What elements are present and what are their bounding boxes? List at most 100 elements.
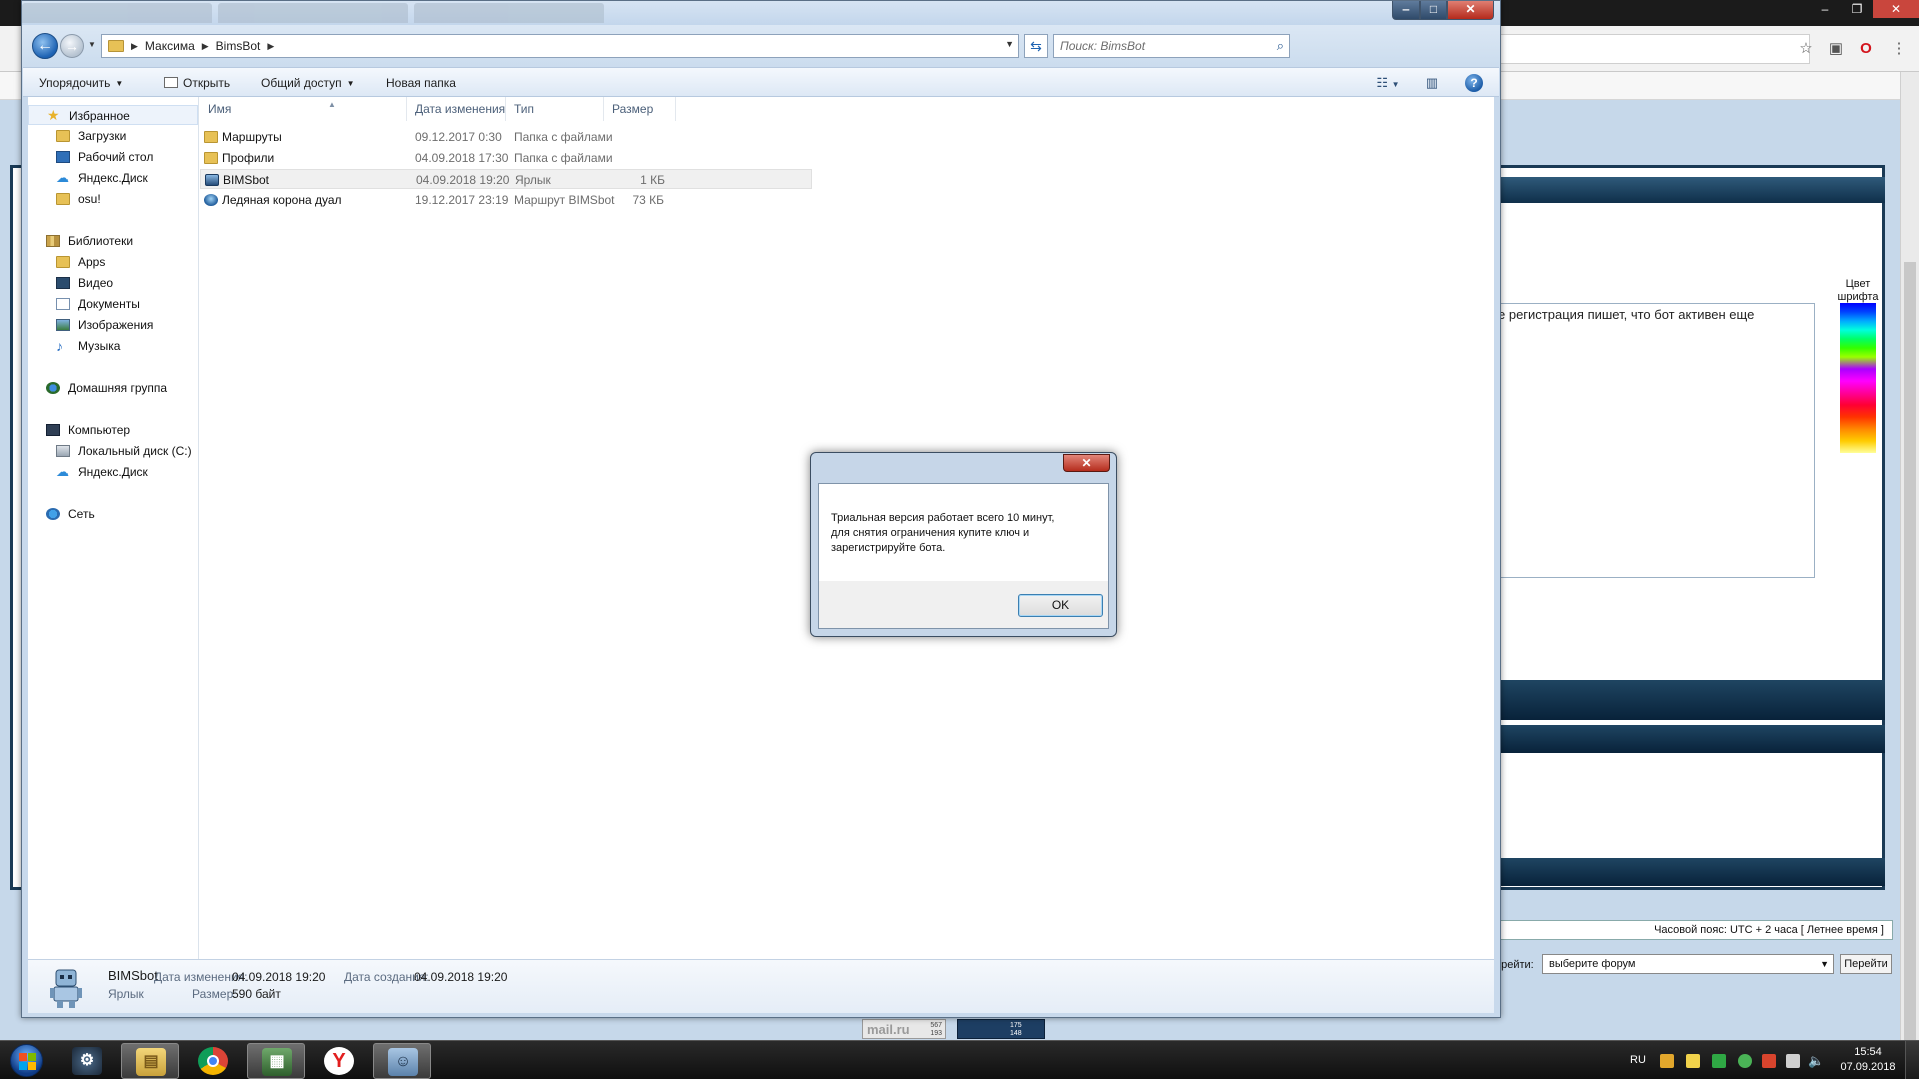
breadcrumb-item[interactable]: Максима xyxy=(145,39,195,53)
tray-green-icon[interactable] xyxy=(1712,1054,1726,1068)
preview-pane-button[interactable]: ▥ xyxy=(1421,73,1443,93)
browser-close-button[interactable]: ✕ xyxy=(1873,0,1919,18)
address-bar[interactable]: ▶ Максима ▶ BimsBot ▶ ▼ xyxy=(101,34,1019,58)
address-history-dropdown[interactable]: ▼ xyxy=(1005,39,1014,49)
font-color-palette[interactable] xyxy=(1840,303,1876,453)
language-indicator[interactable]: RU xyxy=(1630,1041,1648,1079)
message-dialog: ✕ Триальная версия работает всего 10 мин… xyxy=(810,452,1117,637)
nav-yandex-disk[interactable]: ☁ Яндекс.Диск xyxy=(28,168,198,188)
taskbar: ⚙ ▤ ▦ Y ☺ RU 🔈 15:54 07.09.2018 xyxy=(0,1040,1919,1079)
nav-label: Документы xyxy=(78,297,140,311)
nav-apps[interactable]: Apps xyxy=(28,252,198,272)
taskbar-explorer[interactable]: ▤ xyxy=(121,1043,179,1079)
recent-pages-dropdown[interactable]: ▼ xyxy=(88,40,96,49)
search-box[interactable]: ⌕ xyxy=(1053,34,1290,58)
help-icon[interactable]: ? xyxy=(1465,74,1483,92)
start-button[interactable] xyxy=(4,1042,50,1079)
taskbar-bimsbot[interactable]: ☺ xyxy=(373,1043,431,1079)
column-header-name[interactable]: Имя ▲ xyxy=(200,97,407,121)
menu-dots-icon[interactable]: ⋮ xyxy=(1890,40,1908,58)
dialog-titlebar[interactable]: ✕ xyxy=(811,453,1116,483)
nav-homegroup[interactable]: Домашняя группа xyxy=(28,378,198,398)
tray-red-icon[interactable] xyxy=(1762,1054,1776,1068)
folder-icon xyxy=(56,256,70,268)
file-row[interactable]: Профили 04.09.2018 17:30 Папка с файлами xyxy=(200,148,812,168)
breadcrumb-chevron-icon[interactable]: ▶ xyxy=(267,41,274,52)
nav-local-disk[interactable]: Локальный диск (C:) xyxy=(28,441,198,461)
column-header-label: Размер xyxy=(612,102,654,116)
nav-downloads[interactable]: Загрузки xyxy=(28,126,198,146)
refresh-button[interactable]: ⇆ xyxy=(1024,34,1048,58)
post-textarea[interactable] xyxy=(1495,303,1815,578)
tray-app-icon[interactable] xyxy=(1660,1054,1674,1068)
column-header-size[interactable]: Размер xyxy=(604,97,676,121)
nav-images[interactable]: Изображения xyxy=(28,315,198,335)
nav-network[interactable]: Сеть xyxy=(28,504,198,524)
open-button[interactable]: Открыть xyxy=(164,74,230,92)
nav-favorites[interactable]: ★ Избранное xyxy=(28,105,198,125)
breadcrumb-chevron-icon[interactable]: ▶ xyxy=(202,41,209,52)
page-scrollbar[interactable] xyxy=(1900,72,1919,1062)
breadcrumb-item[interactable]: BimsBot xyxy=(216,39,261,53)
browser-minimize-button[interactable]: ‒ xyxy=(1809,0,1841,18)
search-icon[interactable]: ⌕ xyxy=(1277,38,1284,54)
mailru-counter[interactable]: mail.ru 567 193 xyxy=(862,1019,946,1039)
search-input[interactable] xyxy=(1054,35,1254,57)
tray-sync-icon[interactable] xyxy=(1738,1054,1752,1068)
jump-button[interactable]: Перейти xyxy=(1840,954,1892,974)
nav-desktop[interactable]: Рабочий стол xyxy=(28,147,198,167)
tray-notes-icon[interactable] xyxy=(1686,1054,1700,1068)
extension-icon[interactable]: ▣ xyxy=(1827,40,1845,58)
file-row[interactable]: Маршруты 09.12.2017 0:30 Папка с файлами xyxy=(200,127,812,147)
forum-jump-select[interactable]: выберите форум ▼ xyxy=(1542,954,1834,974)
nav-label: Сеть xyxy=(68,507,95,521)
clock[interactable]: 15:54 07.09.2018 xyxy=(1838,1045,1898,1075)
show-desktop-button[interactable] xyxy=(1905,1041,1919,1079)
explorer-window: ‒ □ ✕ ← → ▼ ▶ Максима ▶ BimsBot ▶ ▼ ⇆ ⌕ … xyxy=(21,0,1501,1018)
computer-icon xyxy=(46,424,60,436)
minimize-button[interactable]: ‒ xyxy=(1392,1,1420,20)
organize-menu[interactable]: Упорядочить ▼ xyxy=(39,74,123,92)
action-center-icon[interactable] xyxy=(1786,1054,1800,1068)
share-menu[interactable]: Общий доступ ▼ xyxy=(261,74,355,92)
nav-osu[interactable]: osu! xyxy=(28,189,198,209)
nav-music[interactable]: ♪ Музыка xyxy=(28,336,198,356)
column-header-type[interactable]: Тип xyxy=(506,97,604,121)
nav-yandex-disk-drive[interactable]: ☁ Яндекс.Диск xyxy=(28,462,198,482)
explorer-titlebar[interactable]: ‒ □ ✕ xyxy=(22,1,1500,25)
taskbar-chrome[interactable] xyxy=(184,1043,242,1079)
taskbar-app[interactable]: ▦ xyxy=(247,1043,305,1079)
file-date: 04.09.2018 19:20 xyxy=(416,173,510,187)
breadcrumb-chevron-icon[interactable]: ▶ xyxy=(131,41,138,52)
dialog-close-button[interactable]: ✕ xyxy=(1063,454,1110,472)
new-folder-button[interactable]: Новая папка xyxy=(386,74,456,92)
file-row[interactable]: Ледяная корона дуал 19.12.2017 23:19 Мар… xyxy=(200,190,812,210)
forum-band xyxy=(1495,858,1885,886)
nav-video[interactable]: Видео xyxy=(28,273,198,293)
file-row[interactable]: BIMSbot 04.09.2018 19:20 Ярлык 1 КБ xyxy=(200,169,812,189)
maximize-button[interactable]: □ xyxy=(1420,1,1447,20)
nav-computer[interactable]: Компьютер xyxy=(28,420,198,440)
nav-libraries[interactable]: Библиотеки xyxy=(28,231,198,251)
browser-restore-button[interactable]: ❐ xyxy=(1841,0,1873,18)
forum-header-band xyxy=(1495,177,1885,203)
mailru-logo: mail.ru xyxy=(867,1022,910,1037)
open-icon xyxy=(164,77,178,88)
visit-counter[interactable]: 175 148 xyxy=(957,1019,1045,1039)
back-button[interactable]: ← xyxy=(32,33,58,59)
bookmark-star-icon[interactable]: ☆ xyxy=(1797,40,1815,58)
view-options-button[interactable]: ☷ ▼ xyxy=(1371,73,1405,93)
opera-icon[interactable]: O xyxy=(1857,40,1875,58)
cloud-icon: ☁ xyxy=(56,170,69,185)
scrollbar-thumb[interactable] xyxy=(1904,262,1916,1062)
forward-button[interactable]: → xyxy=(60,34,84,58)
nav-documents[interactable]: Документы xyxy=(28,294,198,314)
column-header-date[interactable]: Дата изменения xyxy=(407,97,506,121)
ok-button[interactable]: OK xyxy=(1018,594,1103,617)
taskbar-yandex-browser[interactable]: Y xyxy=(310,1043,368,1079)
browser-address-bar[interactable] xyxy=(1480,34,1810,64)
close-button[interactable]: ✕ xyxy=(1447,1,1494,20)
volume-icon[interactable]: 🔈 xyxy=(1808,1054,1824,1068)
nav-label: Локальный диск (C:) xyxy=(78,444,192,458)
taskbar-steam[interactable]: ⚙ xyxy=(58,1043,116,1079)
